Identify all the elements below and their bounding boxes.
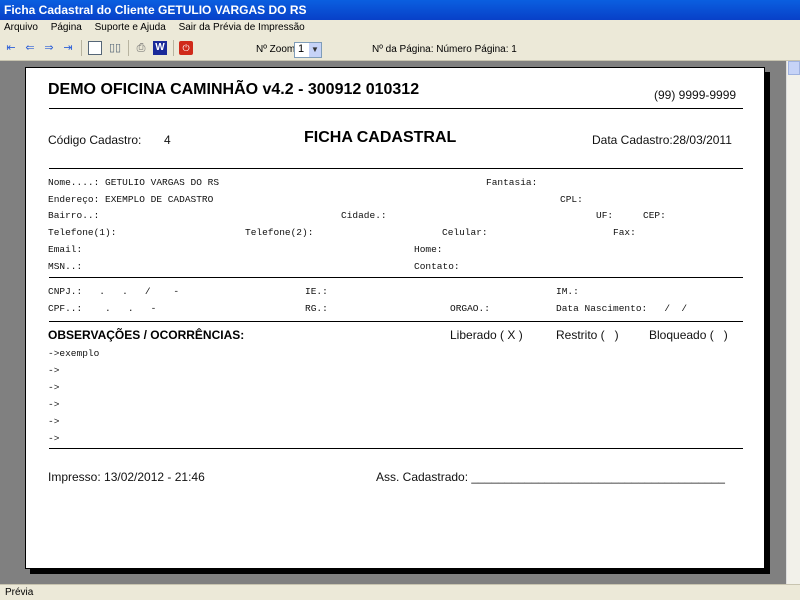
company-title: DEMO OFICINA CAMINHÃO v4.2 - 300912 0103… (48, 81, 420, 98)
word-export-icon[interactable]: W (153, 41, 167, 55)
code-label: Código Cadastro: (48, 133, 142, 147)
menu-bar: Arquivo Página Suporte e Ajuda Sair da P… (0, 20, 800, 37)
chevron-down-icon[interactable]: ▼ (309, 43, 321, 57)
field-nome: Nome....: GETULIO VARGAS DO RS (48, 177, 220, 188)
status-liberado: Liberado ( X ) (450, 328, 523, 342)
signature-line: Ass. Cadastrado: _______________________… (376, 470, 725, 484)
last-page-icon[interactable]: ⇥ (61, 41, 75, 55)
field-bairro: Bairro..: (48, 210, 100, 221)
observation-line: -> (48, 399, 60, 410)
vertical-scrollbar[interactable] (786, 61, 800, 584)
previous-page-icon[interactable]: ⇐ (23, 41, 37, 55)
window-title-bar: Ficha Cadastral do Cliente GETULIO VARGA… (0, 0, 800, 20)
printer-icon[interactable]: ⎙ (134, 41, 148, 55)
observation-line: -> (48, 382, 60, 393)
single-page-icon[interactable] (88, 41, 102, 55)
menu-sair-previa[interactable]: Sair da Prévia de Impressão (179, 22, 305, 33)
zoom-select[interactable]: 1 ▼ (294, 42, 322, 58)
observation-line: ->exemplo (48, 348, 100, 359)
field-cidade: Cidade.: (341, 210, 387, 221)
report-page: DEMO OFICINA CAMINHÃO v4.2 - 300912 0103… (25, 67, 765, 569)
field-uf: UF: (596, 210, 614, 221)
page-number-label: Nº da Página: Número Página: 1 (372, 44, 517, 55)
field-celular: Celular: (442, 227, 488, 238)
menu-arquivo[interactable]: Arquivo (4, 22, 38, 33)
observation-line: -> (48, 416, 60, 427)
first-page-icon[interactable]: ⇤ (4, 41, 18, 55)
field-cep: CEP: (643, 210, 666, 221)
code-value: 4 (164, 133, 171, 147)
zoom-value: 1 (298, 43, 305, 55)
zoom-label: Nº Zoom (256, 44, 296, 55)
next-page-icon[interactable]: ⇒ (42, 41, 56, 55)
report-title: FICHA CADASTRAL (304, 129, 457, 146)
field-data-nascimento: Data Nascimento: / / (556, 303, 688, 314)
field-orgao: ORGAO.: (450, 303, 490, 314)
field-im: IM.: (556, 286, 579, 297)
field-contato: Contato: (414, 261, 460, 272)
field-home: Home: (414, 244, 443, 255)
field-email: Email: (48, 244, 83, 255)
field-cnpj: CNPJ.: . . / - (48, 286, 180, 297)
field-msn: MSN..: (48, 261, 83, 272)
company-phone: (99) 9999-9999 (654, 88, 737, 102)
field-cpl: CPL: (560, 194, 583, 205)
field-telefone2: Telefone(2): (245, 227, 314, 238)
toolbar: ⇤ ⇐ ⇒ ⇥ ▯▯ ⎙ W ⏻ Nº Zoom Nº da Página: N… (0, 37, 800, 61)
status-bar: Prévia (0, 584, 800, 600)
registration-date: Data Cadastro:28/03/2011 (592, 133, 732, 147)
menu-pagina[interactable]: Página (51, 22, 82, 33)
close-preview-icon[interactable]: ⏻ (179, 41, 193, 55)
field-fax: Fax: (613, 227, 636, 238)
observation-line: -> (48, 365, 60, 376)
field-fantasia: Fantasia: (486, 177, 538, 188)
field-telefone1: Telefone(1): (48, 227, 117, 238)
field-rg: RG.: (305, 303, 328, 314)
field-endereco: Endereço: EXEMPLO DE CADASTRO (48, 194, 214, 205)
menu-suporte[interactable]: Suporte e Ajuda (95, 22, 166, 33)
printed-date: Impresso: 13/02/2012 - 21:46 (48, 470, 205, 484)
two-pages-icon[interactable]: ▯▯ (108, 41, 122, 55)
status-bloqueado: Bloqueado ( ) (649, 328, 728, 342)
observation-line: -> (48, 433, 60, 444)
field-ie: IE.: (305, 286, 328, 297)
status-restrito: Restrito ( ) (556, 328, 619, 342)
field-cpf: CPF..: . . - (48, 303, 157, 314)
observations-title: OBSERVAÇÕES / OCORRÊNCIAS: (48, 328, 245, 342)
